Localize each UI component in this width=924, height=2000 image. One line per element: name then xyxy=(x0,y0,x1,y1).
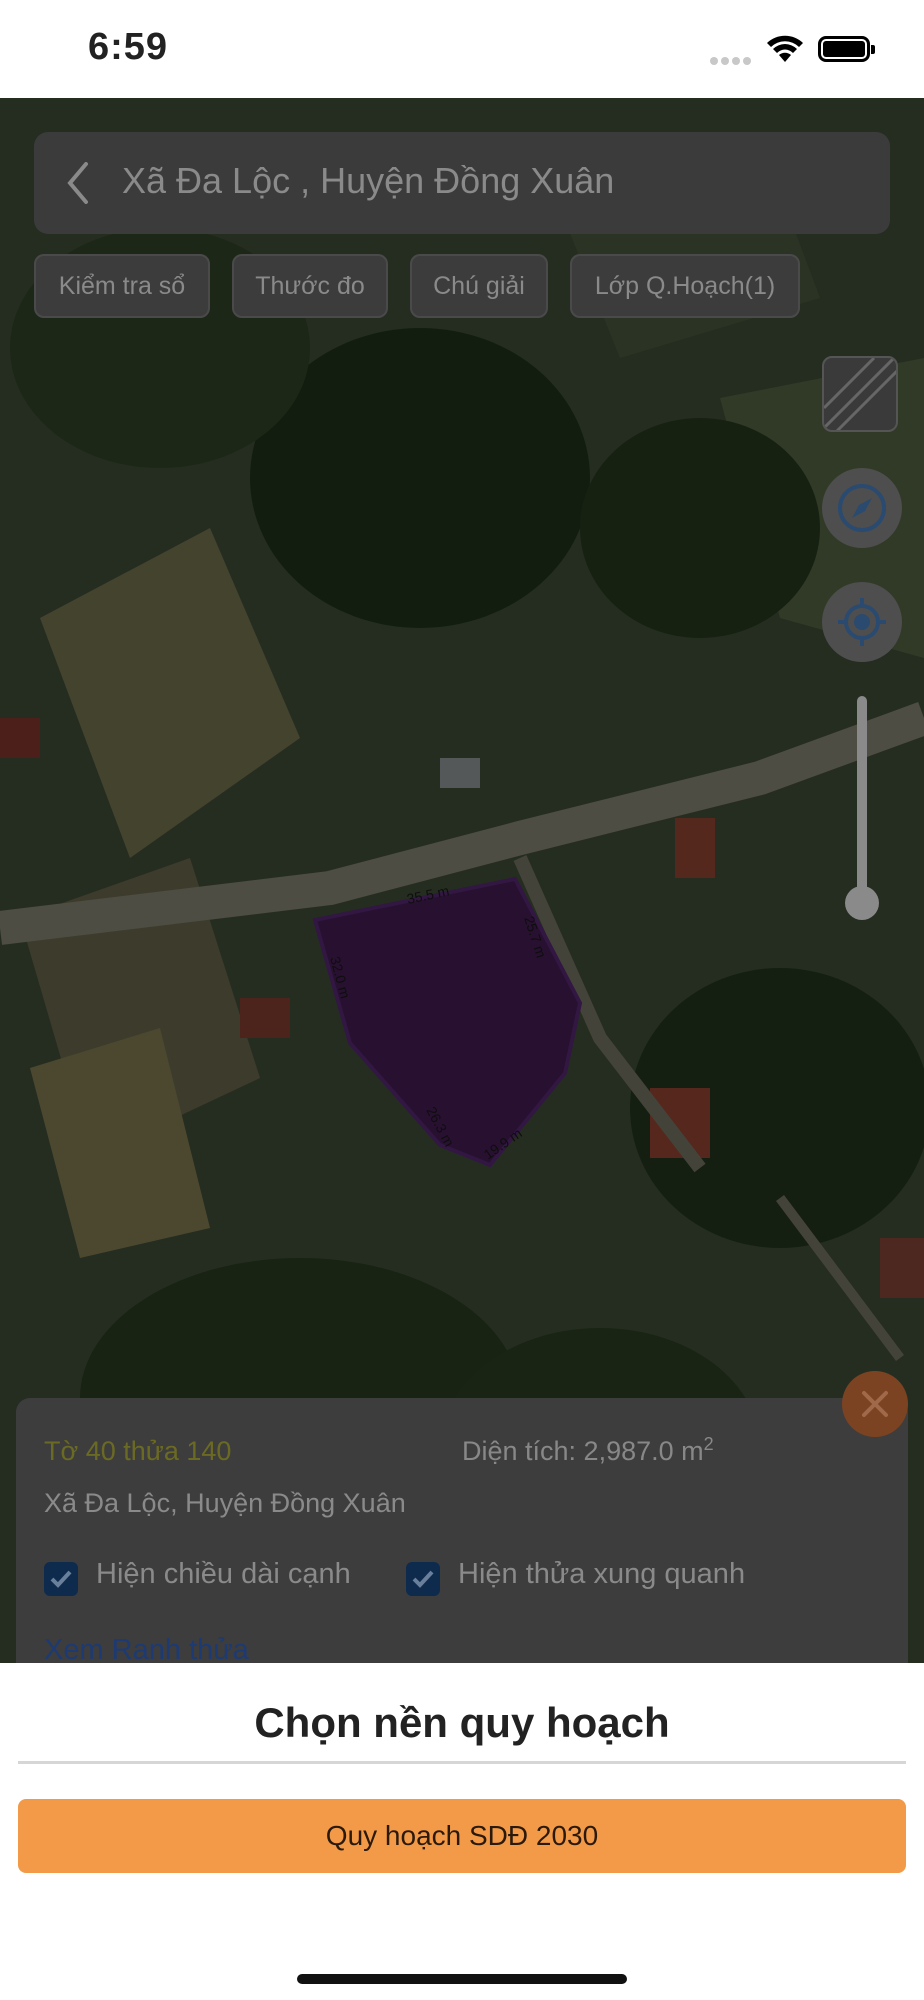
show-edge-lengths-label[interactable]: Hiện chiều dài cạnh xyxy=(96,1558,351,1591)
show-edge-lengths-checkbox[interactable] xyxy=(44,1562,78,1596)
search-bar[interactable]: Xã Đa Lộc , Huyện Đồng Xuân xyxy=(34,132,890,234)
ruler-button[interactable]: Thước đo xyxy=(232,254,388,318)
planning-base-sheet: Chọn nền quy hoạch Quy hoạch SDĐ 2030 xyxy=(0,1663,924,2000)
status-bar: 6:59 xyxy=(0,0,924,98)
planning-option-button[interactable]: Quy hoạch SDĐ 2030 xyxy=(18,1799,906,1873)
opacity-slider-track[interactable] xyxy=(857,696,867,906)
parcel-location: Xã Đa Lộc, Huyện Đồng Xuân xyxy=(44,1488,406,1518)
check-book-button[interactable]: Kiểm tra sổ xyxy=(34,254,210,318)
cellular-signal-icon xyxy=(710,52,754,65)
show-neighbors-checkbox[interactable] xyxy=(406,1562,440,1596)
parcel-title: Tờ 40 thửa 140 xyxy=(44,1436,232,1466)
search-location-text[interactable]: Xã Đa Lộc , Huyện Đồng Xuân xyxy=(122,160,614,202)
home-indicator[interactable] xyxy=(297,1974,627,1984)
parcel-info-card: Tờ 40 thửa 140 Diện tích: 2,987.0 m2 Xã … xyxy=(16,1398,908,1663)
map-view[interactable]: 35.5 m 25.7 m 32.0 m 26.3 m 19.9 m Xã Đa… xyxy=(0,98,924,1663)
show-neighbors-label[interactable]: Hiện thửa xung quanh xyxy=(458,1558,745,1591)
sheet-divider xyxy=(18,1761,906,1764)
battery-icon xyxy=(818,36,875,62)
locate-me-icon[interactable] xyxy=(822,582,902,662)
wifi-icon xyxy=(767,35,803,62)
opacity-slider-knob[interactable] xyxy=(845,886,879,920)
close-card-button[interactable] xyxy=(842,1371,908,1437)
map-layer-thumbnail-icon[interactable] xyxy=(822,356,898,432)
sheet-title: Chọn nền quy hoạch xyxy=(254,1699,670,1746)
close-icon xyxy=(862,1391,888,1417)
planning-layer-button[interactable]: Lớp Q.Hoạch(1) xyxy=(570,254,800,318)
back-chevron-icon[interactable] xyxy=(66,162,90,204)
view-boundary-link[interactable]: Xem Ranh thửa xyxy=(44,1634,249,1663)
compass-icon[interactable] xyxy=(822,468,902,548)
legend-button[interactable]: Chú giải xyxy=(410,254,548,318)
status-time: 6:59 xyxy=(88,26,169,68)
parcel-area: Diện tích: 2,987.0 m2 xyxy=(462,1434,714,1466)
